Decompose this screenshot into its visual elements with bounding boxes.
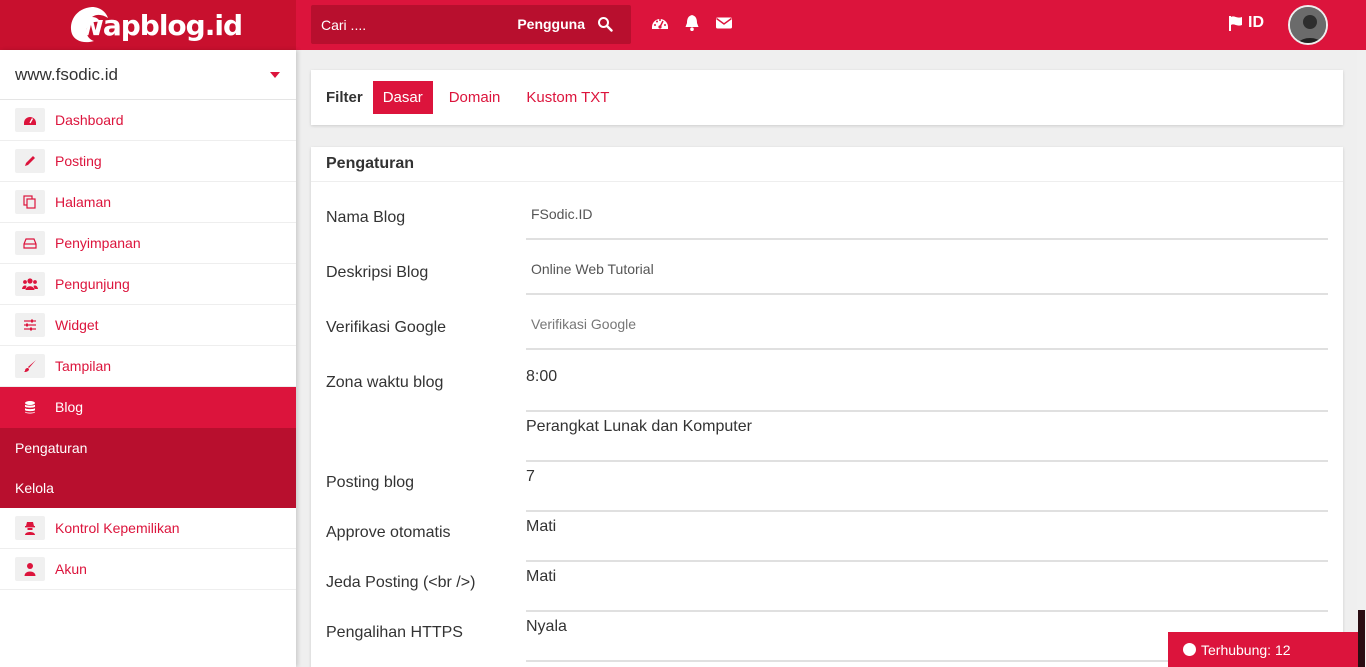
deskripsi-blog-field	[526, 245, 1328, 295]
verifikasi-google-field	[526, 300, 1328, 350]
language-label: ID	[1248, 14, 1264, 31]
brush-icon	[15, 354, 45, 378]
submenu-item-pengaturan[interactable]: Pengaturan	[0, 428, 296, 468]
sidebar-item-pengunjung[interactable]: Pengunjung	[0, 264, 296, 305]
panel-title: Pengaturan	[311, 147, 1343, 182]
field-label: Pengalihan HTTPS	[326, 624, 463, 641]
database-icon	[15, 395, 45, 419]
select-value: 8:00	[526, 368, 558, 385]
tab-kustom-txt[interactable]: Kustom TXT	[516, 81, 619, 114]
sidebar-item-label: Widget	[55, 317, 99, 333]
posting-blog-select[interactable]: 7	[526, 462, 1328, 512]
search-scope[interactable]: Pengguna	[517, 16, 585, 32]
sidebar-item-label: Pengunjung	[55, 276, 130, 292]
submenu-item-kelola[interactable]: Kelola	[0, 468, 296, 508]
select-value: Perangkat Lunak dan Komputer	[526, 418, 752, 435]
jeda-posting-select[interactable]: Mati	[526, 562, 1328, 612]
sidebar-item-label: Blog	[55, 399, 84, 415]
bell-icon[interactable]	[683, 14, 701, 32]
sidebar-item-label: Dashboard	[55, 112, 124, 128]
sidebar: www.fsodic.id Dashboard Posting Halaman …	[0, 50, 296, 667]
users-icon	[15, 272, 45, 296]
status-dot-icon	[1183, 643, 1196, 656]
field-label: Deskripsi Blog	[326, 264, 429, 281]
sidebar-item-label: Halaman	[55, 194, 112, 210]
sidebar-item-halaman[interactable]: Halaman	[0, 182, 296, 223]
pages-icon	[15, 190, 45, 214]
kategori-select[interactable]: Perangkat Lunak dan Komputer	[526, 412, 1328, 462]
field-label: Jeda Posting (<br />)	[326, 574, 476, 591]
tab-domain[interactable]: Domain	[439, 81, 511, 114]
eagle-logo-icon	[70, 7, 108, 43]
filter-bar: Filter Dasar Domain Kustom TXT	[311, 70, 1343, 125]
flag-icon	[1229, 16, 1242, 31]
field-label: Zona waktu blog	[326, 374, 444, 391]
connection-status[interactable]: Terhubung: 12	[1168, 632, 1358, 667]
sidebar-item-dashboard[interactable]: Dashboard	[0, 100, 296, 141]
deskripsi-blog-input[interactable]	[526, 245, 1328, 293]
verifikasi-google-input[interactable]	[526, 300, 1328, 348]
user-secret-icon	[15, 516, 45, 540]
select-value: Mati	[526, 518, 557, 535]
dashboard-icon[interactable]	[651, 14, 669, 32]
avatar[interactable]	[1288, 5, 1328, 45]
sidebar-item-kontrol-kepemilikan[interactable]: Kontrol Kepemilikan	[0, 508, 296, 549]
caret-down-icon	[270, 72, 280, 78]
dashboard-icon	[15, 108, 45, 132]
blog-submenu: Pengaturan Kelola	[0, 428, 296, 508]
search-icon[interactable]	[597, 16, 613, 32]
select-value: Mati	[526, 568, 557, 585]
sliders-icon	[15, 313, 45, 337]
sidebar-item-label: Tampilan	[55, 358, 112, 374]
top-icons	[651, 14, 733, 32]
status-label: Terhubung: 12	[1201, 641, 1291, 658]
search-input[interactable]	[311, 5, 511, 44]
approve-otomatis-select[interactable]: Mati	[526, 512, 1328, 562]
site-selector[interactable]: www.fsodic.id	[0, 50, 296, 100]
sidebar-item-penyimpanan[interactable]: Penyimpanan	[0, 223, 296, 264]
site-name: www.fsodic.id	[15, 64, 118, 84]
user-photo-icon	[1290, 7, 1326, 43]
tab-dasar[interactable]: Dasar	[372, 81, 433, 114]
sidebar-item-label: Penyimpanan	[55, 235, 141, 251]
scrollbar[interactable]	[1357, 50, 1366, 667]
pencil-icon	[15, 149, 45, 173]
sidebar-item-akun[interactable]: Akun	[0, 549, 296, 590]
field-label: Approve otomatis	[326, 524, 451, 541]
settings-panel: Pengaturan Nama Blog Deskripsi Blog Veri…	[311, 147, 1343, 667]
nama-blog-field	[526, 190, 1328, 240]
envelope-icon[interactable]	[715, 14, 733, 32]
field-label: Verifikasi Google	[326, 319, 447, 336]
sidebar-item-label: Kontrol Kepemilikan	[55, 520, 180, 536]
select-value: Nyala	[526, 618, 567, 635]
storage-icon	[15, 231, 45, 255]
top-bar: wapblog.id Pengguna ID	[0, 0, 1366, 50]
sidebar-item-posting[interactable]: Posting	[0, 141, 296, 182]
select-value: 7	[526, 468, 535, 485]
sidebar-item-tampilan[interactable]: Tampilan	[0, 346, 296, 387]
zona-waktu-select[interactable]: 8:00	[526, 362, 1328, 412]
language-switch[interactable]: ID	[1228, 14, 1264, 32]
nama-blog-input[interactable]	[526, 190, 1328, 238]
user-icon	[15, 557, 45, 581]
field-label: Nama Blog	[326, 209, 406, 226]
sidebar-item-label: Posting	[55, 153, 102, 169]
scrollbar-thumb[interactable]	[1358, 610, 1365, 667]
field-label: Posting blog	[326, 474, 415, 491]
sidebar-item-widget[interactable]: Widget	[0, 305, 296, 346]
sidebar-item-label: Akun	[55, 561, 87, 577]
sidebar-item-blog[interactable]: Blog	[0, 387, 296, 428]
filter-label: Filter	[326, 89, 363, 106]
brand[interactable]: wapblog.id	[0, 0, 296, 50]
search-box: Pengguna	[311, 5, 631, 44]
